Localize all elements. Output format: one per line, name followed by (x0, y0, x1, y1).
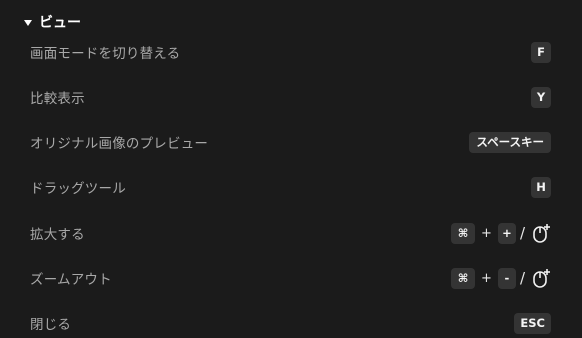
shortcut-keys: F (531, 41, 551, 63)
command-key-badge: ⌘ (451, 267, 476, 289)
shortcut-keys: スペースキー (469, 131, 551, 153)
shortcut-keys: Y (531, 86, 551, 108)
shortcut-label: 拡大する (30, 227, 85, 243)
key-badge: + (497, 222, 516, 244)
shortcut-row-toggle-screen-mode: 画面モードを切り替える F (30, 40, 551, 64)
key-badge: - (497, 267, 516, 289)
shortcut-row-compare: 比較表示 Y (30, 85, 551, 109)
key-badge: F (531, 41, 551, 63)
shortcut-label: ドラッグツール (30, 181, 126, 197)
key-badge: ESC (514, 312, 551, 334)
command-key-badge: ⌘ (451, 222, 476, 244)
or-separator: / (519, 224, 525, 242)
shortcut-row-close: 閉じる ESC (30, 311, 551, 335)
shortcut-keys: ⌘ + + / (451, 222, 551, 244)
shortcut-keys: H (531, 176, 551, 198)
shortcut-keys: ESC (514, 312, 551, 334)
shortcut-keys: ⌘ + - / (451, 267, 551, 289)
shortcut-label: 画面モードを切り替える (30, 46, 181, 62)
shortcut-label: 比較表示 (30, 91, 85, 107)
shortcut-row-zoom-out: ズームアウト ⌘ + - / (30, 266, 551, 290)
caret-down-icon (24, 19, 32, 26)
mouse-scroll-icon (531, 268, 551, 288)
mouse-scroll-icon (531, 223, 551, 243)
plus-separator: + (481, 270, 492, 286)
shortcut-row-drag-tool: ドラッグツール H (30, 175, 551, 199)
key-badge: Y (531, 86, 551, 108)
shortcut-row-zoom-in: 拡大する ⌘ + + / (30, 221, 551, 245)
shortcut-label: 閉じる (30, 317, 72, 333)
shortcut-label: オリジナル画像のプレビュー (30, 136, 209, 152)
shortcut-label: ズームアウト (30, 272, 112, 288)
section-title: ビュー (39, 15, 81, 31)
plus-separator: + (481, 225, 492, 241)
key-badge: H (531, 176, 551, 198)
shortcut-row-original-preview: オリジナル画像のプレビュー スペースキー (30, 130, 551, 154)
key-badge: スペースキー (469, 131, 551, 153)
or-separator: / (519, 269, 525, 287)
section-header-view[interactable]: ビュー (24, 12, 81, 32)
